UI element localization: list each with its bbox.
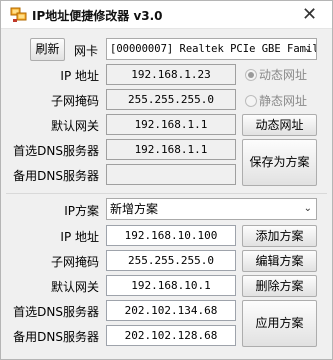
radio-dynamic[interactable]: 动态网址 — [245, 66, 307, 83]
radio-dot-icon — [245, 95, 257, 107]
radio-static-label: 静态网址 — [259, 94, 308, 108]
current-ip-field: 192.168.1.23 — [106, 64, 236, 85]
current-mask-field: 255.255.255.0 — [106, 89, 236, 110]
radio-static[interactable]: 静态网址 — [245, 92, 307, 109]
app-window: IP地址便捷修改器 v3.0 ✕ 刷新 网卡 [00000007] Realte… — [0, 0, 333, 360]
scheme-dns2-input[interactable]: 202.102.128.68 — [106, 325, 236, 346]
current-gateway-field: 192.168.1.1 — [106, 114, 236, 135]
section-divider — [6, 193, 327, 194]
current-dns1-field: 192.168.1.1 — [106, 139, 236, 160]
radio-dot-icon — [245, 69, 257, 81]
scheme-dns2-label: 备用DNS服务器 — [13, 330, 99, 344]
network-computer-icon — [10, 7, 27, 23]
main-panel: 刷新 网卡 [00000007] Realtek PCIe GBE Family… — [1, 30, 332, 359]
scheme-dns1-label: 首选DNS服务器 — [13, 305, 99, 319]
delete-scheme-button[interactable]: 删除方案 — [242, 275, 317, 297]
refresh-button[interactable]: 刷新 — [30, 38, 65, 61]
scheme-mask-input[interactable]: 255.255.255.0 — [106, 250, 236, 271]
scheme-gateway-input[interactable]: 192.168.10.1 — [106, 275, 236, 296]
nic-select[interactable]: [00000007] Realtek PCIe GBE Family Contr… — [106, 38, 317, 60]
scheme-selected-value: 新增方案 — [110, 202, 159, 216]
nic-selected-value: [00000007] Realtek PCIe GBE Family Contr… — [110, 43, 316, 55]
scheme-mask-label: 子网掩码 — [50, 255, 99, 269]
scheme-gateway-label: 默认网关 — [50, 280, 99, 294]
window-title: IP地址便捷修改器 v3.0 — [32, 9, 163, 23]
add-scheme-button[interactable]: 添加方案 — [242, 225, 317, 247]
scheme-ip-label: IP 地址 — [60, 230, 99, 244]
ip-address-label: IP 地址 — [60, 69, 99, 83]
dns2-label: 备用DNS服务器 — [13, 169, 99, 183]
dns1-label: 首选DNS服务器 — [13, 144, 99, 158]
dynamic-ip-button[interactable]: 动态网址 — [242, 114, 317, 136]
nic-label: 网卡 — [74, 44, 99, 58]
scheme-select[interactable]: 新增方案 ⌄ — [106, 198, 317, 220]
radio-dynamic-label: 动态网址 — [259, 68, 308, 82]
close-icon[interactable]: ✕ — [287, 1, 332, 29]
current-dns2-field — [106, 164, 236, 185]
save-scheme-button[interactable]: 保存为方案 — [242, 139, 317, 186]
scheme-dns1-input[interactable]: 202.102.134.68 — [106, 300, 236, 321]
chevron-down-icon: ⌄ — [303, 203, 312, 214]
subnet-mask-label: 子网掩码 — [50, 94, 99, 108]
apply-scheme-button[interactable]: 应用方案 — [242, 300, 317, 347]
scheme-ip-input[interactable]: 192.168.10.100 — [106, 225, 236, 246]
edit-scheme-button[interactable]: 编辑方案 — [242, 250, 317, 272]
title-bar: IP地址便捷修改器 v3.0 ✕ — [1, 1, 332, 29]
gateway-label: 默认网关 — [50, 119, 99, 133]
chevron-down-icon: ⌄ — [303, 43, 312, 54]
scheme-label: IP方案 — [64, 204, 99, 218]
